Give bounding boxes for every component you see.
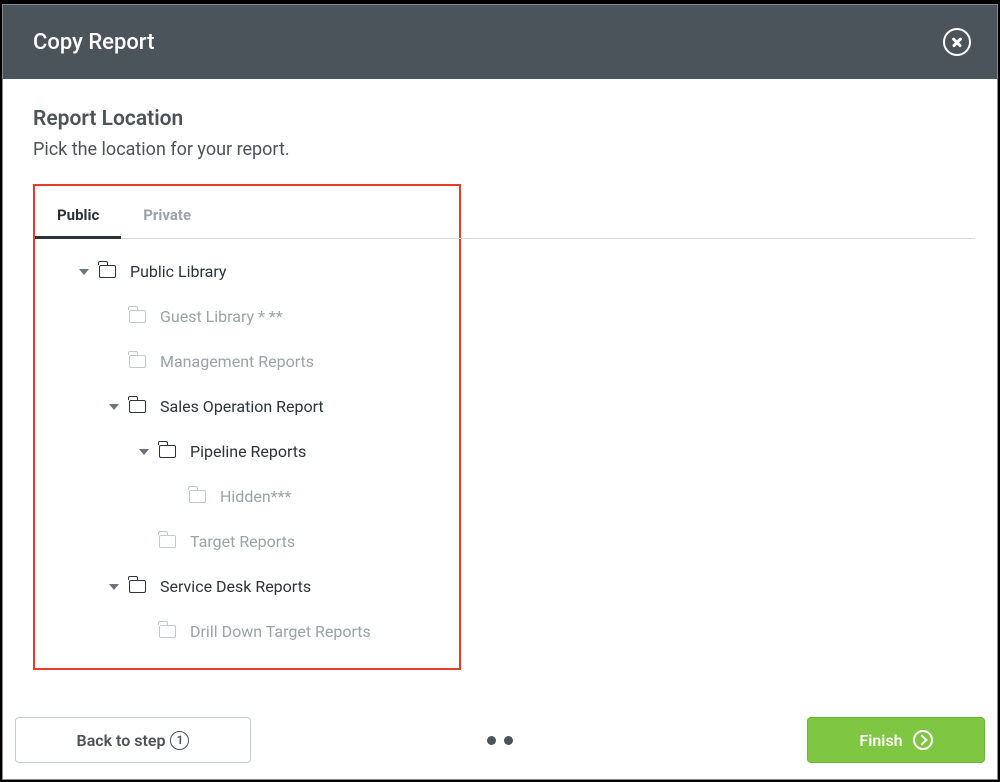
back-to-step-button[interactable]: Back to step 1	[15, 717, 251, 763]
modal-header: Copy Report	[3, 5, 997, 79]
folder-label: Service Desk Reports	[160, 577, 311, 596]
caret-down-icon[interactable]	[139, 449, 149, 455]
folder-label: Pipeline Reports	[190, 442, 306, 461]
folder-icon	[159, 535, 176, 548]
step-dot	[487, 736, 496, 745]
folder-picker-highlight: Public Private Public Library Guest Libr…	[33, 184, 461, 670]
modal-title: Copy Report	[33, 30, 154, 55]
folder-drill-down-target-reports[interactable]: Drill Down Target Reports	[49, 609, 459, 654]
step-dot	[504, 736, 513, 745]
folder-label: Management Reports	[160, 352, 314, 371]
folder-icon	[129, 400, 146, 413]
caret-down-icon[interactable]	[109, 404, 119, 410]
folder-sales-operation-report[interactable]: Sales Operation Report	[49, 384, 459, 429]
folder-icon	[159, 625, 176, 638]
folder-service-desk-reports[interactable]: Service Desk Reports	[49, 564, 459, 609]
folder-icon	[129, 355, 146, 368]
folder-icon	[129, 310, 146, 323]
finish-button[interactable]: Finish	[807, 717, 985, 763]
folder-label: Drill Down Target Reports	[190, 622, 371, 641]
section-title: Report Location	[33, 107, 967, 131]
folder-label: Target Reports	[190, 532, 295, 551]
folder-management-reports[interactable]: Management Reports	[49, 339, 459, 384]
folder-label: Sales Operation Report	[160, 397, 324, 416]
folder-label: Public Library	[130, 262, 226, 281]
step-number-badge: 1	[170, 731, 189, 750]
folder-icon	[189, 490, 206, 503]
folder-hidden[interactable]: Hidden***	[49, 474, 459, 519]
copy-report-modal: Copy Report Report Location Pick the loc…	[2, 4, 998, 780]
folder-guest-library[interactable]: Guest Library * **	[49, 294, 459, 339]
close-icon[interactable]	[943, 28, 971, 56]
modal-body: Report Location Pick the location for yo…	[3, 79, 997, 701]
folder-pipeline-reports[interactable]: Pipeline Reports	[49, 429, 459, 474]
folder-public-library[interactable]: Public Library	[49, 249, 459, 294]
tab-public[interactable]: Public	[57, 198, 99, 238]
folder-icon	[129, 580, 146, 593]
folder-label: Hidden***	[220, 487, 291, 506]
folder-tree: Public Library Guest Library * ** Manage…	[35, 239, 459, 654]
folder-target-reports[interactable]: Target Reports	[49, 519, 459, 564]
caret-down-icon[interactable]	[79, 269, 89, 275]
section-description: Pick the location for your report.	[33, 139, 967, 160]
modal-footer: Back to step 1 Finish	[3, 701, 997, 779]
folder-icon	[99, 265, 116, 278]
caret-down-icon[interactable]	[109, 584, 119, 590]
location-tabs: Public Private	[35, 186, 975, 239]
arrow-right-circle-icon	[913, 730, 933, 750]
folder-label: Guest Library * **	[160, 307, 283, 326]
back-label: Back to step	[77, 731, 166, 750]
folder-icon	[159, 445, 176, 458]
tab-private[interactable]: Private	[143, 198, 191, 238]
finish-label: Finish	[859, 731, 902, 750]
step-dots	[487, 736, 513, 745]
